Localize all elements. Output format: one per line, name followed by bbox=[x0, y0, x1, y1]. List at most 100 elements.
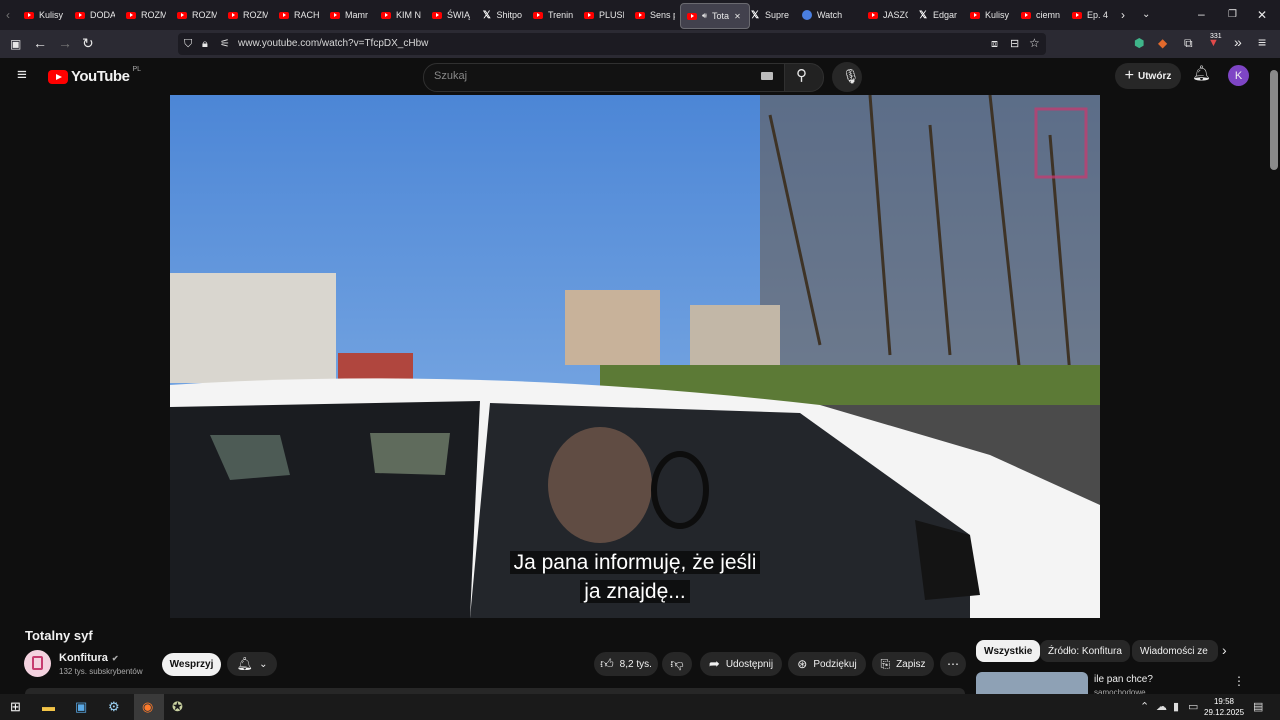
steam-icon[interactable]: ⚙ bbox=[108, 700, 120, 714]
browser-tab[interactable]: 𝕏 Supre bbox=[750, 4, 790, 26]
browser-tab[interactable]: Kulisy bbox=[970, 4, 1010, 26]
computer-icon[interactable]: ▣ bbox=[75, 700, 87, 714]
x-icon: 𝕏 bbox=[482, 9, 491, 21]
browser-tab[interactable]: Mamr bbox=[330, 4, 370, 26]
more-vertical-icon[interactable]: ⋮ bbox=[1233, 674, 1245, 688]
app-menu-icon[interactable]: ≡ bbox=[1258, 35, 1266, 49]
browser-tab[interactable]: ROZM bbox=[177, 4, 217, 26]
tab-scroll-right-icon[interactable]: › bbox=[1121, 8, 1125, 22]
restore-window-icon[interactable]: ❐ bbox=[1228, 8, 1237, 22]
browser-tab[interactable]: ROZM bbox=[228, 4, 268, 26]
youtube-icon bbox=[635, 11, 645, 19]
minimize-window-icon[interactable]: – bbox=[1198, 7, 1205, 21]
app-icon[interactable]: ✪ bbox=[172, 700, 183, 714]
tracking-protection-icon[interactable]: ⛉ bbox=[184, 37, 192, 51]
lock-icon[interactable]: 🔒︎ bbox=[202, 37, 208, 51]
thanks-button[interactable]: ⊛ Podziękuj bbox=[788, 652, 866, 676]
avatar[interactable]: K bbox=[1228, 65, 1249, 86]
browser-tab-label: Kulisy bbox=[985, 10, 1010, 20]
video-player[interactable]: Ja pana informuję, że jeśli ja znajdę... bbox=[170, 95, 1100, 618]
browser-tab[interactable]: 𝕏 Shitpo bbox=[482, 4, 522, 26]
browser-tab[interactable]: PLUSI bbox=[584, 4, 624, 26]
browser-tab[interactable]: Kulisy bbox=[24, 4, 64, 26]
chip-source[interactable]: Źródło: Konfitura bbox=[1040, 640, 1130, 662]
recommended-title[interactable]: ile pan chce? bbox=[1094, 674, 1153, 685]
browser-tab[interactable]: Watch bbox=[802, 4, 857, 26]
microphone-tray-icon[interactable]: ▮ bbox=[1173, 700, 1179, 714]
shield-extension-icon[interactable]: ⬢ bbox=[1134, 36, 1144, 50]
guide-menu-icon[interactable]: ≡ bbox=[17, 66, 27, 83]
notification-center-icon[interactable]: ▤ bbox=[1253, 700, 1263, 714]
tray-expand-icon[interactable]: ⌃ bbox=[1140, 700, 1149, 714]
share-button[interactable]: ➦ Udostępnij bbox=[700, 652, 782, 676]
thumbs-down-icon: 👎︎ bbox=[670, 656, 684, 671]
dislike-button[interactable]: 👎︎ bbox=[662, 652, 692, 676]
channel-avatar[interactable] bbox=[24, 650, 51, 677]
file-explorer-icon[interactable]: ▬ bbox=[42, 700, 55, 714]
picture-in-picture-icon[interactable]: ⧈ bbox=[991, 37, 998, 51]
browser-tab[interactable]: Sens p bbox=[635, 4, 675, 26]
caption-line-1: Ja pana informuję, że jeśli bbox=[170, 551, 1100, 575]
support-button[interactable]: Wesprzyj bbox=[162, 653, 221, 676]
browser-tab-label: RACH bbox=[294, 10, 319, 20]
reload-icon[interactable]: ↻ bbox=[82, 36, 94, 50]
browser-tab[interactable]: 𝕏 Edgar bbox=[918, 4, 958, 26]
search-input[interactable]: Szukaj bbox=[423, 63, 787, 92]
voice-search-button[interactable]: 🎙︎ bbox=[832, 62, 862, 92]
permissions-icon[interactable]: ⚟ bbox=[220, 37, 230, 51]
chip-all[interactable]: Wszystkie bbox=[976, 640, 1041, 662]
channel-name[interactable]: Konfitura bbox=[59, 652, 108, 664]
display-icon[interactable]: ▭ bbox=[1188, 700, 1198, 714]
chip-news[interactable]: Wiadomości ze bbox=[1132, 640, 1218, 662]
extension-badge: 331 bbox=[1210, 33, 1222, 40]
fox-extension-icon[interactable]: ◆ bbox=[1158, 36, 1167, 50]
forward-icon[interactable]: → bbox=[58, 36, 72, 50]
browser-tab[interactable]: JASZC bbox=[868, 4, 908, 26]
browser-tab[interactable]: 🔊︎ Tota ✕ bbox=[680, 3, 750, 29]
browser-tab[interactable]: Ep. 4 bbox=[1072, 4, 1112, 26]
notifications-bell-icon[interactable]: 🔔︎ bbox=[1192, 66, 1211, 81]
channel-name-row[interactable]: Konfitura ✔ bbox=[59, 652, 119, 664]
close-window-icon[interactable]: ✕ bbox=[1257, 8, 1267, 22]
bookmark-star-icon[interactable]: ☆ bbox=[1029, 36, 1040, 50]
recommended-thumbnail[interactable] bbox=[976, 672, 1088, 694]
create-button[interactable]: + Utwórz bbox=[1115, 63, 1181, 89]
browser-tab[interactable]: ROZM bbox=[126, 4, 166, 26]
network-icon[interactable]: ☁ bbox=[1156, 700, 1167, 714]
windows-start-icon[interactable]: ⊞ bbox=[10, 700, 21, 714]
reader-view-icon[interactable]: ⊟ bbox=[1010, 37, 1019, 51]
youtube-icon bbox=[381, 11, 391, 19]
plus-icon: + bbox=[1124, 67, 1134, 84]
chips-next-icon[interactable]: › bbox=[1222, 643, 1227, 657]
browser-tab[interactable]: Trenin bbox=[533, 4, 573, 26]
clock[interactable]: 19:58 29.12.2025 bbox=[1204, 696, 1244, 718]
overflow-menu-icon[interactable]: » bbox=[1234, 35, 1242, 49]
browser-tab[interactable]: ŚWIĄ bbox=[432, 4, 472, 26]
browser-tab[interactable]: DODA bbox=[75, 4, 115, 26]
browser-tab-label: ROZM bbox=[192, 10, 217, 20]
scrollbar-thumb[interactable] bbox=[1270, 70, 1278, 170]
close-tab-icon[interactable]: ✕ bbox=[734, 12, 741, 21]
notifications-button[interactable]: 🔔︎ ⌄ bbox=[227, 652, 277, 676]
speaker-icon[interactable]: 🔊︎ bbox=[702, 11, 707, 21]
extensions-icon[interactable]: ⧉ bbox=[1184, 36, 1193, 50]
like-button[interactable]: 👍︎ 8,2 tys. bbox=[594, 652, 658, 676]
browser-tab[interactable]: RACH bbox=[279, 4, 319, 26]
browser-tab[interactable]: ciemn bbox=[1021, 4, 1061, 26]
save-button[interactable]: ⎘ Zapisz bbox=[872, 652, 934, 676]
more-actions-button[interactable]: ⋯ bbox=[940, 652, 966, 676]
search-button[interactable]: ⚲ bbox=[784, 63, 824, 92]
browser-tab[interactable]: KIM N bbox=[381, 4, 421, 26]
youtube-logo[interactable]: YouTube PL bbox=[48, 66, 141, 85]
list-all-tabs-icon[interactable]: ⌄ bbox=[1142, 8, 1150, 22]
page-scrollbar[interactable] bbox=[1268, 58, 1280, 694]
url-bar[interactable]: ⛉ 🔒︎ ⚟ www.youtube.com/watch?v=TfcpDX_cH… bbox=[178, 33, 1046, 55]
firefox-taskbar-button[interactable]: ◉ bbox=[134, 694, 164, 720]
sidebar-toggle-icon[interactable]: ▣ bbox=[10, 37, 21, 51]
youtube-icon bbox=[1021, 11, 1031, 19]
url-text[interactable]: www.youtube.com/watch?v=TfcpDX_cHbw bbox=[238, 38, 428, 49]
back-icon[interactable]: ← bbox=[33, 36, 47, 50]
clock-time: 19:58 bbox=[1213, 697, 1235, 706]
keyboard-icon[interactable] bbox=[761, 72, 773, 80]
tab-scroll-left-icon[interactable]: ‹ bbox=[6, 8, 10, 22]
